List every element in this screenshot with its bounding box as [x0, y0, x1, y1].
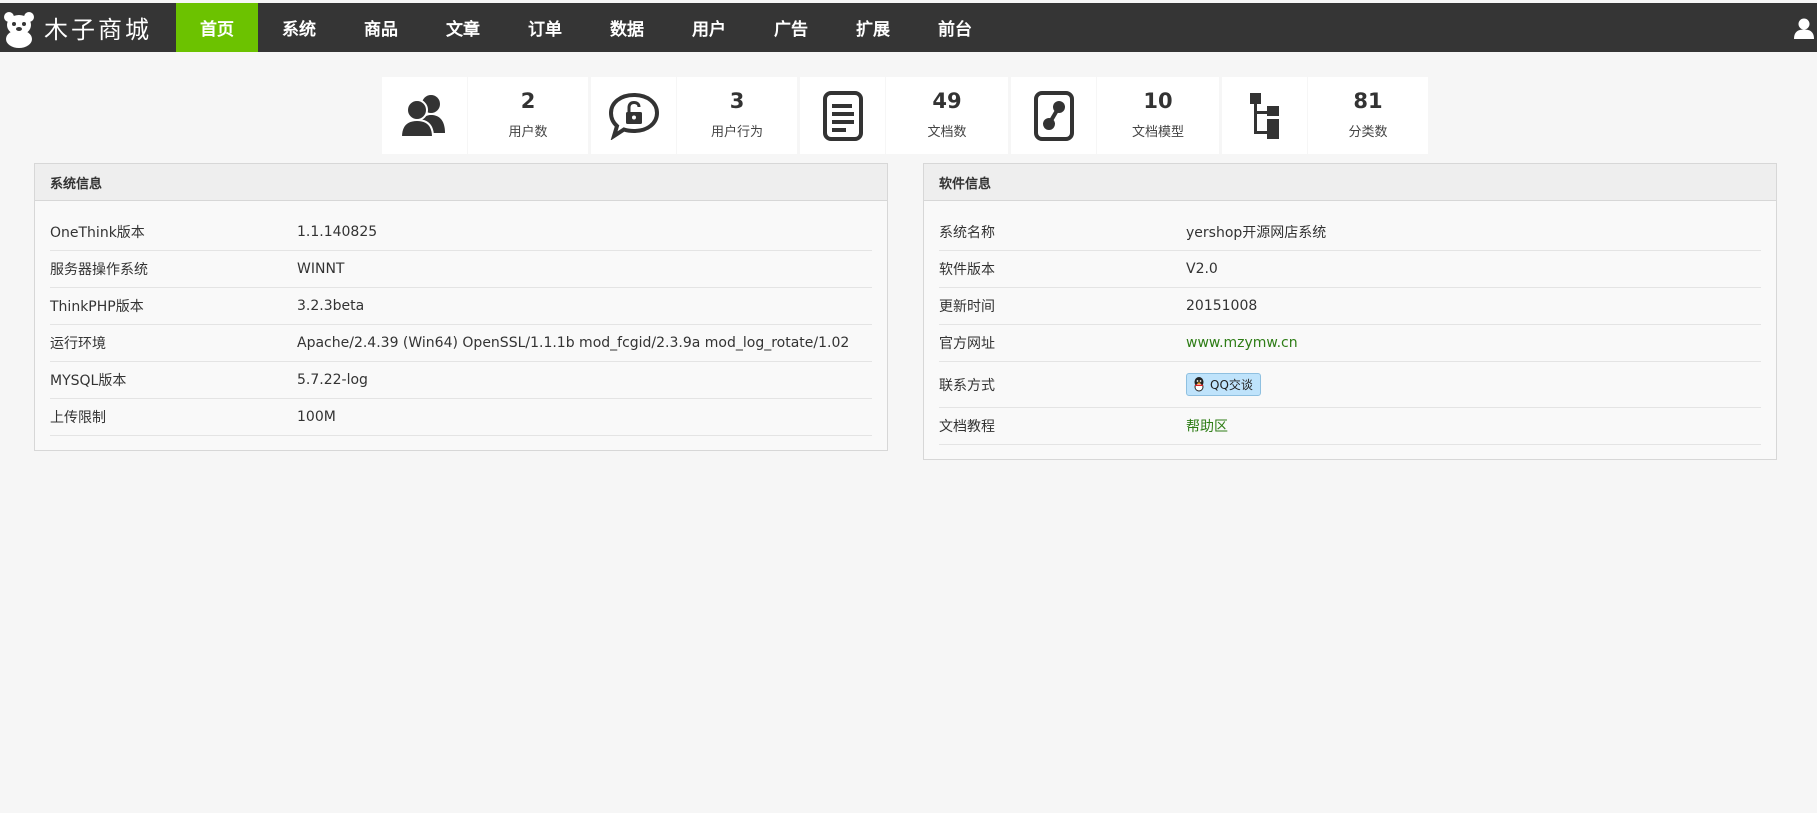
stat-categories[interactable]: 81 分类数 — [1222, 77, 1428, 154]
row-value: Apache/2.4.39 (Win64) OpenSSL/1.1.1b mod… — [297, 335, 850, 351]
bear-logo-icon — [2, 8, 36, 48]
info-row: ThinkPHP版本 3.2.3beta — [50, 288, 872, 325]
official-site-link[interactable]: www.mzymw.cn — [1186, 335, 1298, 351]
document-icon — [800, 77, 885, 154]
row-label: ThinkPHP版本 — [50, 299, 144, 315]
stat-label: 分类数 — [1348, 125, 1388, 140]
row-label: MYSQL版本 — [50, 373, 127, 389]
nav-item-home[interactable]: 首页 — [176, 3, 258, 52]
row-label: 运行环境 — [50, 336, 106, 352]
info-row: 更新时间 20151008 — [939, 288, 1761, 325]
stat-user-actions[interactable]: 3 用户行为 — [591, 77, 797, 154]
system-info-panel: 系统信息 OneThink版本 1.1.140825 服务器操作系统 WINNT… — [34, 163, 888, 451]
row-label: 官方网址 — [939, 336, 995, 352]
nav-item-ads[interactable]: 广告 — [750, 3, 832, 52]
stat-categories-body: 81 分类数 — [1308, 77, 1428, 154]
row-value: 3.2.3beta — [297, 298, 365, 314]
stat-value: 10 — [1143, 89, 1173, 113]
row-label: OneThink版本 — [50, 225, 145, 241]
row-value: QQ交谈 — [1186, 372, 1761, 397]
nav-item-articles[interactable]: 文章 — [422, 3, 504, 52]
software-info-panel: 软件信息 系统名称 yershop开源网店系统 软件版本 V2.0 更新时间 2… — [923, 163, 1777, 460]
info-row: 运行环境 Apache/2.4.39 (Win64) OpenSSL/1.1.1… — [50, 325, 872, 362]
panel-title: 软件信息 — [924, 164, 1776, 201]
nav-item-frontend[interactable]: 前台 — [914, 3, 996, 52]
nav-item-extensions[interactable]: 扩展 — [832, 3, 914, 52]
row-value: yershop开源网店系统 — [1186, 225, 1327, 241]
stat-label: 用户行为 — [710, 125, 763, 140]
main-nav: 首页 系统 商品 文章 订单 数据 用户 广告 扩展 前台 — [176, 3, 996, 52]
stat-users[interactable]: 2 用户数 — [382, 77, 588, 154]
row-label: 系统名称 — [939, 225, 995, 241]
user-icon[interactable] — [1791, 3, 1817, 52]
row-label: 上传限制 — [50, 410, 106, 426]
info-row: 官方网址 www.mzymw.cn — [939, 325, 1761, 362]
panel-title: 系统信息 — [35, 164, 887, 201]
row-value: V2.0 — [1186, 261, 1218, 277]
info-row: 上传限制 100M — [50, 399, 872, 436]
stat-value: 49 — [932, 89, 962, 113]
info-row: 服务器操作系统 WINNT — [50, 251, 872, 288]
info-row: 软件版本 V2.0 — [939, 251, 1761, 288]
row-value: 帮助区 — [1186, 416, 1761, 436]
stat-user-actions-body: 3 用户行为 — [677, 77, 797, 154]
stat-label: 文档模型 — [1131, 125, 1184, 140]
row-label: 软件版本 — [939, 262, 995, 278]
stat-documents-body: 49 文档数 — [886, 77, 1008, 154]
row-value: 5.7.22-log — [297, 372, 368, 388]
qq-penguin-icon — [1194, 377, 1204, 392]
row-value: www.mzymw.cn — [1186, 335, 1761, 351]
brand[interactable]: 木子商城 — [0, 3, 176, 52]
nav-item-data[interactable]: 数据 — [586, 3, 668, 52]
info-row: OneThink版本 1.1.140825 — [50, 214, 872, 251]
chat-lock-icon — [591, 77, 676, 154]
stat-document-models-body: 10 文档模型 — [1097, 77, 1219, 154]
info-row: 系统名称 yershop开源网店系统 — [939, 214, 1761, 251]
software-info-list: 系统名称 yershop开源网店系统 软件版本 V2.0 更新时间 201510… — [924, 201, 1776, 459]
info-row: 文档教程 帮助区 — [939, 408, 1761, 445]
qq-chat-button[interactable]: QQ交谈 — [1186, 372, 1261, 396]
top-navbar: 木子商城 首页 系统 商品 文章 订单 数据 用户 广告 扩展 前台 — [0, 3, 1817, 52]
info-row: MYSQL版本 5.7.22-log — [50, 362, 872, 399]
nav-item-products[interactable]: 商品 — [340, 3, 422, 52]
row-value: 100M — [297, 409, 336, 425]
nav-item-orders[interactable]: 订单 — [504, 3, 586, 52]
stat-document-models[interactable]: 10 文档模型 — [1011, 77, 1219, 154]
document-model-icon — [1011, 77, 1096, 154]
stat-label: 文档数 — [927, 125, 967, 140]
brand-name: 木子商城 — [44, 16, 152, 44]
row-label: 联系方式 — [939, 377, 995, 394]
stat-value: 2 — [520, 89, 536, 113]
stat-users-body: 2 用户数 — [468, 77, 588, 154]
users-icon — [382, 77, 467, 154]
row-value: 20151008 — [1186, 298, 1258, 314]
help-link[interactable]: 帮助区 — [1186, 419, 1228, 435]
qq-chat-label: QQ交谈 — [1210, 377, 1253, 392]
nav-item-users[interactable]: 用户 — [668, 3, 750, 52]
stat-value: 3 — [729, 89, 745, 113]
row-label: 文档教程 — [939, 419, 995, 435]
stat-documents[interactable]: 49 文档数 — [800, 77, 1008, 154]
nav-item-system[interactable]: 系统 — [258, 3, 340, 52]
system-info-list: OneThink版本 1.1.140825 服务器操作系统 WINNT Thin… — [35, 201, 887, 450]
stat-label: 用户数 — [508, 125, 548, 140]
row-label: 服务器操作系统 — [50, 262, 148, 278]
row-value: WINNT — [297, 261, 345, 277]
row-value: 1.1.140825 — [297, 224, 378, 240]
info-row: 联系方式 QQ交谈 — [939, 362, 1761, 408]
stat-value: 81 — [1353, 89, 1383, 113]
stats-strip: 2 用户数 3 用户行为 49 文档数 10 文档模型 81 分类数 — [382, 77, 1431, 154]
tree-icon — [1222, 77, 1307, 154]
row-label: 更新时间 — [939, 299, 995, 315]
